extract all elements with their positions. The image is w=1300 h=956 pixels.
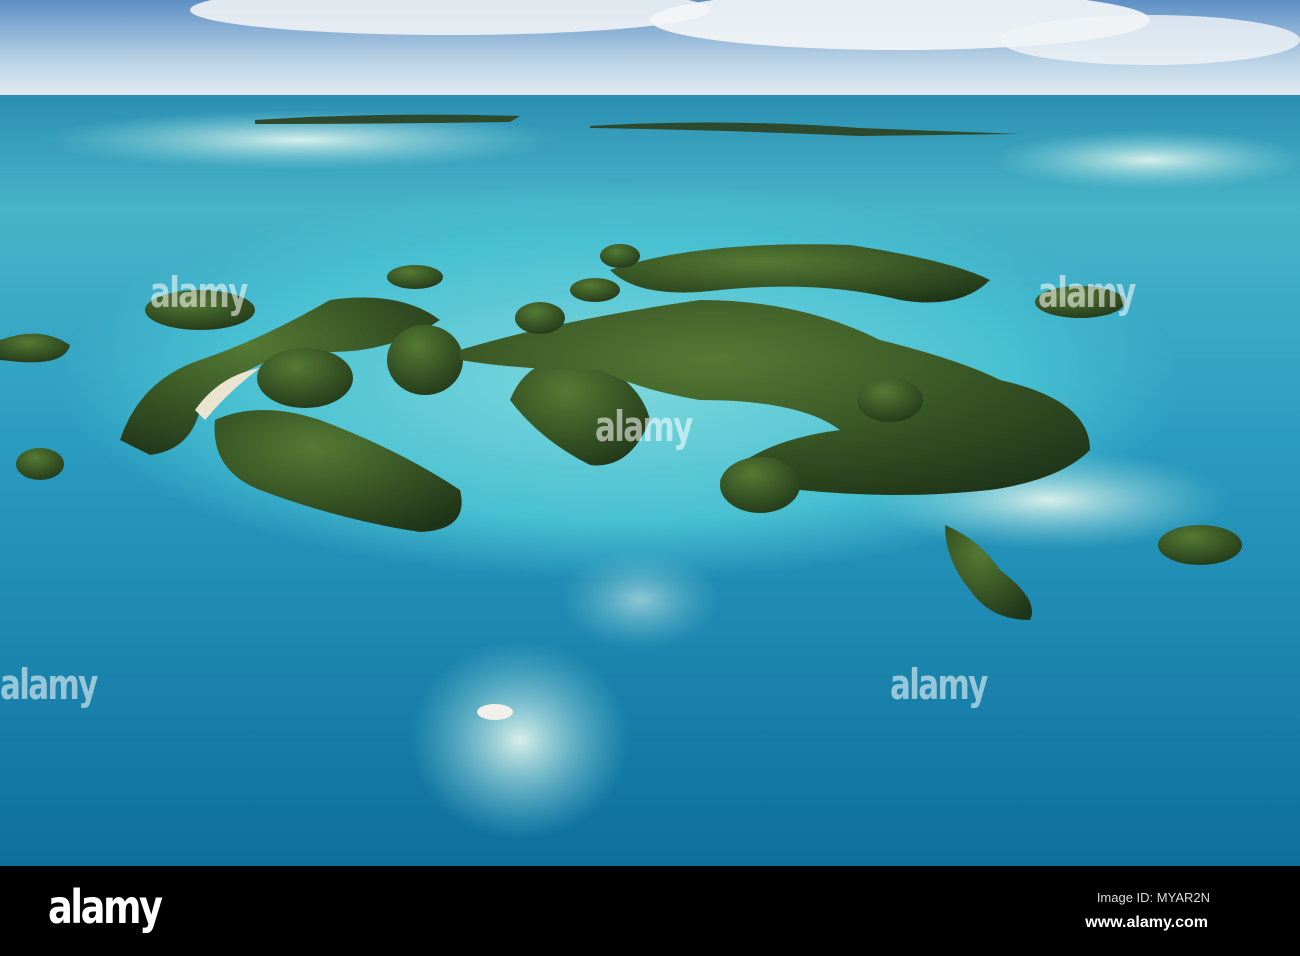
cloud: [1000, 15, 1300, 65]
alamy-logo: alamy: [48, 880, 163, 934]
watermark: alamy: [595, 402, 693, 451]
watermark: alamy: [150, 268, 248, 317]
watermark: alamy: [890, 660, 988, 709]
watermark: alamy: [1038, 268, 1136, 317]
site-url: www.alamy.com: [1085, 914, 1208, 931]
image-id: Image ID: MYAR2N: [1096, 890, 1210, 905]
reef: [990, 130, 1300, 190]
footer-bar: alamy Image ID: MYAR2N www.alamy.com: [0, 866, 1300, 956]
reef: [560, 550, 720, 650]
islet: [477, 704, 513, 720]
watermark: alamy: [0, 660, 98, 709]
reef: [410, 640, 630, 840]
